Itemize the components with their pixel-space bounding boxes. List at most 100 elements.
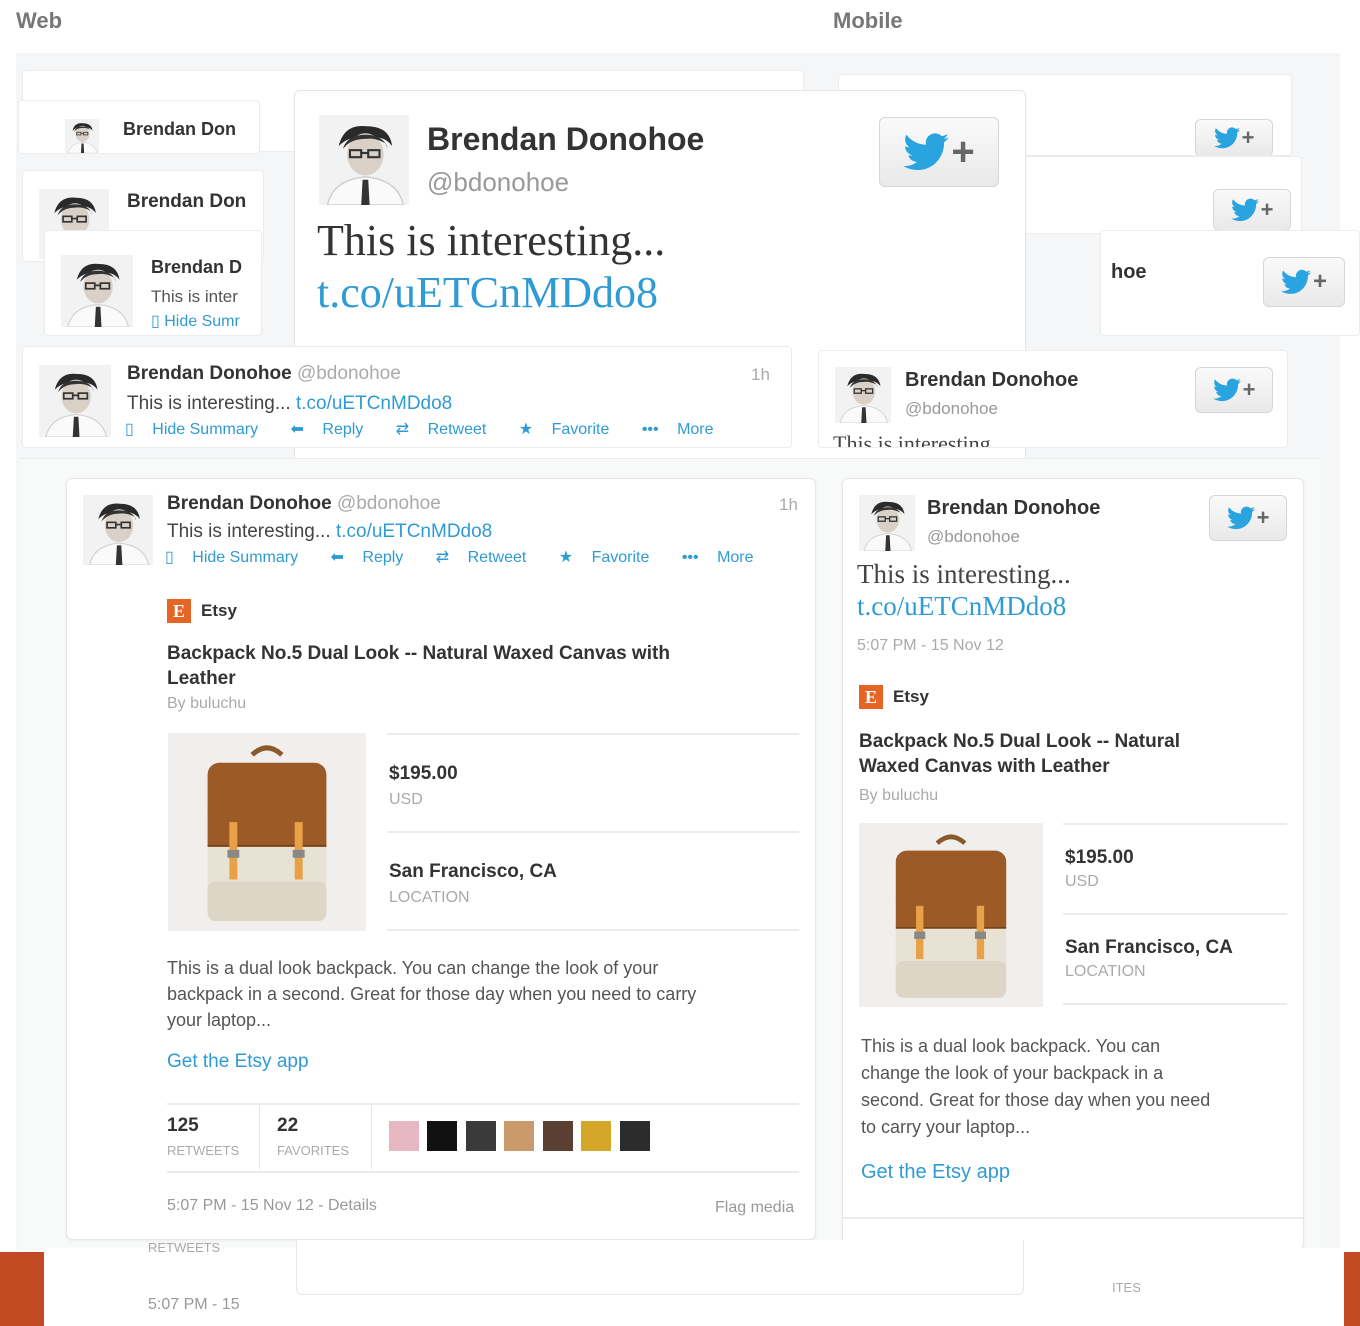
avatar[interactable] xyxy=(319,115,409,205)
hide-summary-action[interactable]: ▯ Hide Summary xyxy=(125,421,272,438)
tweet-link[interactable]: t.co/uETCnMDdo8 xyxy=(317,267,658,318)
tweet-link[interactable]: t.co/uETCnMDdo8 xyxy=(296,393,452,414)
tweet-actions: ▯ Hide Summary ⬅ Reply ⇄ Retweet ★ Favor… xyxy=(125,419,742,439)
hide-summary-action[interactable]: ▯ Hide Summary xyxy=(165,549,312,566)
card-location: San Francisco, CA xyxy=(389,861,557,882)
retweets-stat[interactable]: 125 RETWEETS xyxy=(167,1115,239,1158)
favorite-action[interactable]: ★ Favorite xyxy=(559,549,664,566)
retweet-icon: ⇄ xyxy=(395,421,410,438)
product-image[interactable] xyxy=(859,823,1043,1007)
favoriter-avatar[interactable] xyxy=(542,1121,573,1151)
ghost-name: Brendan Don xyxy=(123,119,237,139)
favorite-action[interactable]: ★ Favorite xyxy=(519,421,624,438)
divider xyxy=(843,1217,1303,1219)
favoriter-avatar[interactable] xyxy=(389,1121,419,1151)
divider xyxy=(167,1103,799,1105)
ghost-retweets-label: RETWEETS xyxy=(148,1240,221,1255)
tweet-timestamp[interactable]: 5:07 PM - 15 Nov 12 - Details xyxy=(167,1197,377,1215)
user-name[interactable]: Brendan Donohoe xyxy=(427,121,704,158)
retweet-action[interactable]: ⇄ Retweet xyxy=(436,549,541,566)
tweet-header: Brendan Donohoe @bdonohoe xyxy=(167,493,441,515)
card-currency: USD xyxy=(389,791,423,808)
star-icon: ★ xyxy=(518,421,534,438)
document-icon: ▯ xyxy=(125,421,134,438)
product-image[interactable] xyxy=(167,733,367,931)
favoriter-avatar[interactable] xyxy=(581,1121,612,1151)
document-icon: ▯ xyxy=(165,549,174,566)
card-price: $195.00 xyxy=(389,763,458,784)
ghost-card-4: Brendan D This is inter ▯ Hide Sumr xyxy=(44,230,262,336)
twitter-bird-icon xyxy=(1214,127,1240,149)
twitter-bird-icon xyxy=(1281,269,1311,295)
more-action[interactable]: ••• More xyxy=(642,421,728,438)
follow-button[interactable]: + xyxy=(1209,495,1287,541)
flag-media-link[interactable]: Flag media xyxy=(715,1199,794,1217)
twitter-bird-icon xyxy=(903,133,949,171)
tweet-link[interactable]: t.co/uETCnMDdo8 xyxy=(857,591,1066,622)
ghost-timestamp: 5:07 PM - 15 xyxy=(148,1296,240,1313)
tweet-actions: ▯ Hide Summary ⬅ Reply ⇄ Retweet ★ Favor… xyxy=(165,547,782,567)
web-tweet-summary: Brendan Donohoe @bdonohoe 1h This is int… xyxy=(22,346,792,448)
avatar[interactable] xyxy=(39,365,111,437)
avatar[interactable] xyxy=(83,495,153,565)
etsy-logo-icon: E xyxy=(859,685,883,709)
divider xyxy=(387,831,799,833)
user-name[interactable]: Brendan Donohoe xyxy=(127,363,292,384)
ellipsis-icon: ••• xyxy=(681,549,699,566)
footer-accent xyxy=(1344,1252,1360,1326)
footer-accent xyxy=(0,1252,44,1326)
mobile-tweet-card: Brendan Donohoe @bdonohoe + This is inte… xyxy=(842,478,1304,1250)
avatar[interactable] xyxy=(859,495,915,551)
card-source[interactable]: Etsy xyxy=(201,601,237,621)
card-price: $195.00 xyxy=(1065,847,1134,868)
follow-button: + xyxy=(1195,119,1273,155)
divider xyxy=(259,1105,260,1169)
follow-button[interactable]: + xyxy=(1195,367,1273,413)
user-handle[interactable]: @bdonohoe xyxy=(337,493,441,514)
divider xyxy=(167,1171,799,1173)
user-handle[interactable]: @bdonohoe xyxy=(927,527,1020,547)
follow-button[interactable]: + xyxy=(879,117,999,187)
tweet-link[interactable]: t.co/uETCnMDdo8 xyxy=(336,521,492,542)
user-handle[interactable]: @bdonohoe xyxy=(297,363,401,384)
get-app-link[interactable]: Get the Etsy app xyxy=(167,1051,309,1073)
zoomed-card-bottom xyxy=(296,1240,1024,1295)
get-app-link[interactable]: Get the Etsy app xyxy=(861,1161,1010,1184)
favoriter-avatar[interactable] xyxy=(427,1121,458,1151)
card-title[interactable]: Backpack No.5 Dual Look -- Natural Waxed… xyxy=(859,729,1180,779)
user-handle[interactable]: @bdonohoe xyxy=(905,399,998,419)
tweet-body: This is interesting... t.co/uETCnMDdo8 xyxy=(127,393,452,415)
more-action[interactable]: ••• More xyxy=(682,549,768,566)
tweet-text: This is interesting... xyxy=(317,216,666,265)
star-icon: ★ xyxy=(558,549,574,566)
ghost-mobile-card-3: hoe + xyxy=(1100,230,1360,336)
retweet-icon: ⇄ xyxy=(435,549,450,566)
card-source[interactable]: Etsy xyxy=(893,687,929,707)
divider xyxy=(371,1105,372,1169)
favoriter-avatar[interactable] xyxy=(504,1121,535,1151)
retweet-action[interactable]: ⇄ Retweet xyxy=(396,421,501,438)
tweet-text: This is interesting... xyxy=(167,521,331,542)
tweet-body: This is interesting... t.co/uETCnMDdo8 xyxy=(167,521,492,543)
reply-action[interactable]: ⬅ Reply xyxy=(331,549,418,566)
tweet-timestamp: 5:07 PM - 15 Nov 12 xyxy=(857,637,1004,654)
user-name[interactable]: Brendan Donohoe xyxy=(905,369,1078,392)
user-name[interactable]: Brendan Donohoe xyxy=(927,497,1100,520)
ellipsis-icon: ••• xyxy=(641,421,659,438)
ghost-hide-summary: ▯ Hide Sumr xyxy=(151,313,240,330)
divider xyxy=(1063,1003,1287,1005)
favorites-stat[interactable]: 22 FAVORITES xyxy=(277,1115,349,1158)
favoriter-avatar[interactable] xyxy=(465,1121,496,1151)
card-location: San Francisco, CA xyxy=(1065,937,1233,958)
avatar[interactable] xyxy=(835,367,891,423)
web-tweet-card: Brendan Donohoe @bdonohoe 1h This is int… xyxy=(66,478,816,1240)
reply-arrow-icon: ⬅ xyxy=(330,549,344,566)
user-handle[interactable]: @bdonohoe xyxy=(427,167,569,198)
reply-arrow-icon: ⬅ xyxy=(290,421,304,438)
user-name[interactable]: Brendan Donohoe xyxy=(167,493,332,514)
favoriter-avatar[interactable] xyxy=(619,1121,650,1151)
tweet-age: 1h xyxy=(779,495,798,514)
web-section-label: Web xyxy=(16,8,63,33)
reply-action[interactable]: ⬅ Reply xyxy=(291,421,378,438)
card-title[interactable]: Backpack No.5 Dual Look -- Natural Waxed… xyxy=(167,641,670,691)
